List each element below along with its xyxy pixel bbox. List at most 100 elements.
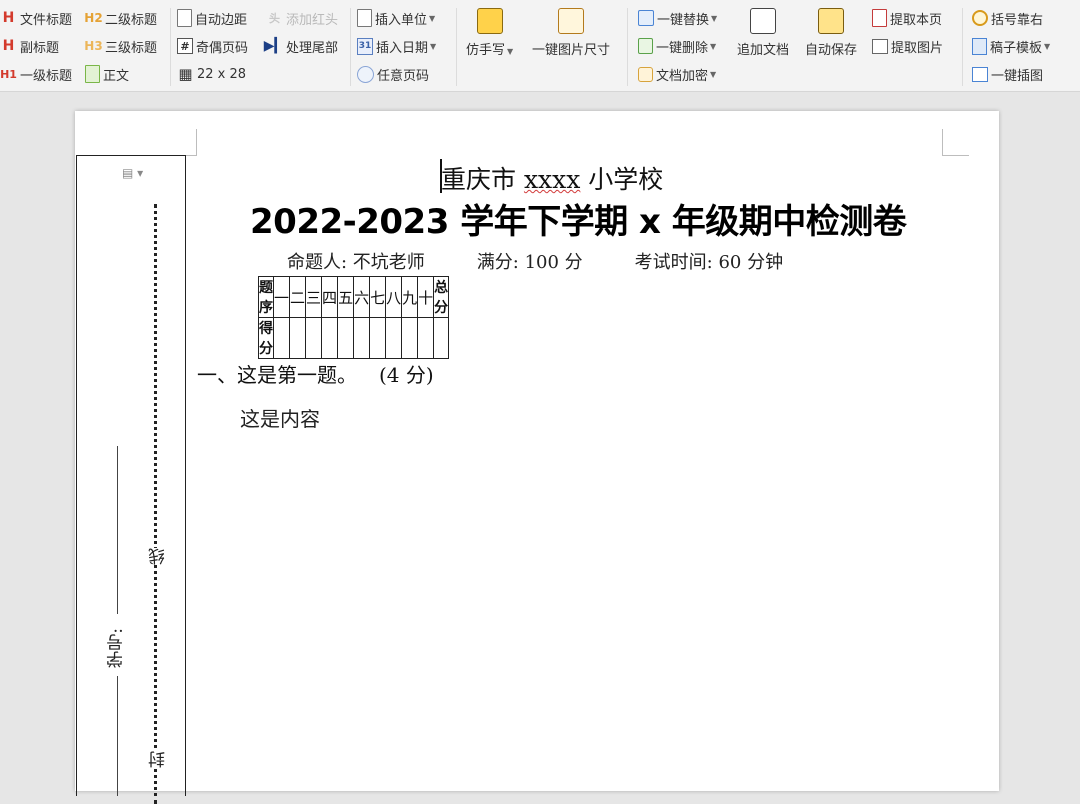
file-title-button[interactable]: H文件标题	[0, 7, 72, 29]
play-bar-icon: ▶▎	[266, 38, 283, 55]
score-cell[interactable]	[434, 318, 449, 359]
chevron-down-icon: ▼	[429, 14, 435, 23]
table-cell: 九	[402, 277, 418, 318]
heading-h-icon: H	[0, 10, 17, 27]
auto-margin-button[interactable]: 自动边距	[177, 7, 247, 29]
question-1: 一、这是第一题。(4 分)	[197, 359, 434, 388]
table-cell: 八	[386, 277, 402, 318]
chevron-down-icon: ▼	[710, 70, 716, 79]
chevron-down-icon: ▼	[711, 14, 717, 23]
binding-dotted-line	[154, 204, 157, 804]
hash-icon: #	[177, 38, 193, 54]
line-label: 线	[146, 548, 171, 565]
extract-page-button[interactable]: 提取本页	[872, 7, 942, 29]
chevron-down-icon: ▼	[1044, 42, 1050, 51]
insert-unit-icon	[357, 9, 372, 27]
table-row: 得分	[259, 318, 449, 359]
chevron-down-icon: ▼	[507, 47, 513, 56]
draft-template-button[interactable]: 稿子模板▼	[972, 35, 1050, 57]
heading3-button[interactable]: H3三级标题	[85, 35, 157, 57]
exam-time-text: 考试时间: 60 分钟	[635, 252, 783, 273]
auto-save-button[interactable]: 自动保存	[805, 8, 857, 58]
heading-h2-icon: H2	[85, 10, 102, 27]
subtitle-button[interactable]: H副标题	[0, 35, 59, 57]
heading-h-icon: H	[0, 38, 17, 55]
append-doc-icon	[750, 8, 776, 34]
any-page-number-button[interactable]: 任意页码	[357, 63, 429, 85]
body-text-button[interactable]: 正文	[85, 63, 129, 85]
score-table: 题序 一 二 三 四 五 六 七 八 九 十 总分 得分	[258, 276, 449, 359]
fake-handwriting-button[interactable]: 仿手写▼	[466, 8, 513, 58]
doc-dropdown-icon[interactable]: ▤ ▾	[122, 166, 143, 180]
question-1-points: (4 分)	[379, 363, 434, 387]
heading1-button[interactable]: H1一级标题	[0, 63, 72, 85]
extract-image-button[interactable]: 提取图片	[872, 35, 943, 57]
image-size-button[interactable]: 一键图片尺寸	[532, 8, 610, 58]
table-cell: 七	[370, 277, 386, 318]
score-cell[interactable]	[354, 318, 370, 359]
insert-image-button[interactable]: 一键插图	[972, 63, 1043, 85]
seal-label: 封	[146, 751, 171, 768]
red-header-icon: 头	[266, 10, 283, 27]
chart-image-icon	[972, 67, 988, 82]
ribbon-separator	[962, 8, 963, 86]
table-header-cell: 题序	[259, 277, 274, 318]
lock-icon	[638, 67, 653, 82]
chevron-down-icon: ▼	[710, 42, 716, 51]
table-cell: 一	[274, 277, 290, 318]
add-red-header-button[interactable]: 头添加红头	[266, 7, 338, 29]
score-cell[interactable]	[402, 318, 418, 359]
table-cell: 二	[290, 277, 306, 318]
template-icon	[972, 38, 987, 55]
full-score-text: 满分: 100 分	[477, 252, 583, 273]
score-cell[interactable]	[322, 318, 338, 359]
odd-even-page-number-button[interactable]: #奇偶页码	[177, 35, 248, 57]
ribbon-separator	[170, 8, 171, 86]
target-icon	[972, 10, 988, 26]
table-row: 题序 一 二 三 四 五 六 七 八 九 十 总分	[259, 277, 449, 318]
heading2-button[interactable]: H2二级标题	[85, 7, 157, 29]
score-cell[interactable]	[274, 318, 290, 359]
encrypt-doc-button[interactable]: 文档加密▼	[638, 63, 716, 85]
insert-date-button[interactable]: 31插入日期▼	[357, 35, 436, 57]
ribbon-separator	[350, 8, 351, 86]
ribbon-toolbar: H文件标题 H副标题 H1一级标题 H2二级标题 H3三级标题 正文 自动边距 …	[0, 0, 1080, 92]
margin-icon	[177, 9, 192, 27]
document-page[interactable]: ▤ ▾ 线 封 学号: 重庆市 xxxx 小学校 2022-2023 学年下学期…	[75, 111, 999, 791]
heading-h1-icon: H1	[0, 66, 17, 83]
table-cell: 六	[354, 277, 370, 318]
page-number-icon	[357, 66, 374, 83]
exam-meta: 命题人: 不坑老师满分: 100 分考试时间: 60 分钟	[287, 248, 783, 274]
student-id-underline	[117, 676, 118, 796]
replace-all-button[interactable]: 一键替换▼	[638, 7, 717, 29]
score-cell[interactable]	[338, 318, 354, 359]
score-cell[interactable]	[290, 318, 306, 359]
score-cell[interactable]	[306, 318, 322, 359]
table-header-cell: 得分	[259, 318, 274, 359]
score-cell[interactable]	[418, 318, 434, 359]
score-cell[interactable]	[386, 318, 402, 359]
score-cell[interactable]	[370, 318, 386, 359]
table-cell: 四	[322, 277, 338, 318]
image-icon	[872, 39, 888, 54]
extract-page-icon	[872, 9, 887, 27]
insert-unit-button[interactable]: 插入单位▼	[357, 7, 435, 29]
school-name: 重庆市 xxxx 小学校	[441, 160, 663, 196]
delete-all-button[interactable]: 一键删除▼	[638, 35, 716, 57]
grid-icon: ▦	[177, 66, 194, 83]
heading-h3-icon: H3	[85, 38, 102, 55]
table-cell: 三	[306, 277, 322, 318]
process-tail-button[interactable]: ▶▎处理尾部	[266, 35, 338, 57]
body-text-icon	[85, 65, 100, 83]
exam-title: 2022-2023 学年下学期 x 年级期中检测卷	[250, 194, 890, 243]
binding-margin-box: ▤ ▾ 线 封 学号:	[76, 155, 186, 796]
ribbon-separator	[456, 8, 457, 86]
chevron-down-icon: ▼	[430, 42, 436, 51]
grid-size-button[interactable]: ▦22 x 28	[177, 63, 246, 85]
calendar-icon: 31	[357, 38, 373, 55]
table-cell: 总分	[434, 277, 449, 318]
student-id-underline	[117, 446, 118, 614]
margin-corner-mark	[942, 129, 969, 156]
append-doc-button[interactable]: 追加文档	[737, 8, 789, 58]
bracket-right-button[interactable]: 括号靠右	[972, 7, 1043, 29]
